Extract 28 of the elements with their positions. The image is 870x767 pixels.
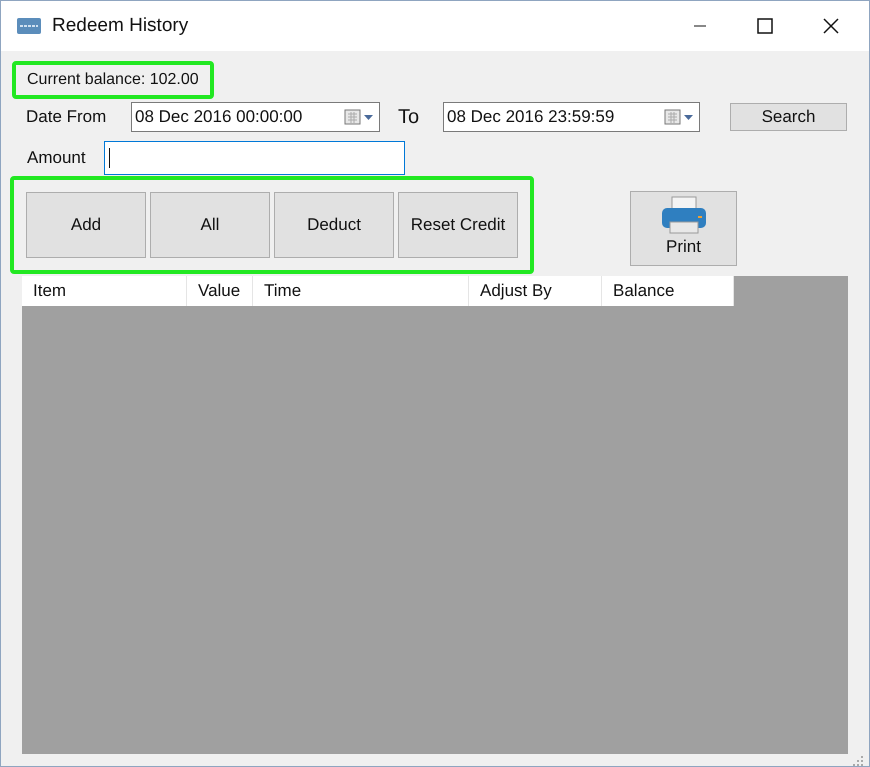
balance-label: Current balance: 102.00 [27,71,199,88]
column-header[interactable]: Time [253,276,469,306]
column-header[interactable]: Adjust By [469,276,602,306]
date-value: 08 Dec 2016 23:59:59 [447,106,616,128]
printer-icon [660,196,708,234]
card-icon [17,18,41,34]
column-header[interactable]: Value [187,276,253,306]
date-value: 08 Dec 2016 00:00:00 [135,106,304,128]
window-title: Redeem History [52,14,188,38]
calendar-dropdown-icon[interactable] [663,108,695,126]
action-button[interactable]: Add [26,192,146,258]
close-icon[interactable] [823,18,839,34]
print-button[interactable]: Print [630,190,737,266]
date-from-label: Date From [26,106,108,128]
column-header[interactable]: Item [22,276,187,306]
amount-label: Amount [27,146,87,169]
action-button[interactable]: All [150,192,270,258]
action-button[interactable]: Deduct [274,192,394,258]
maximize-icon[interactable] [757,18,773,34]
calendar-dropdown-icon[interactable] [343,108,375,126]
action-button[interactable]: Reset Credit [398,192,518,258]
resize-grip-icon[interactable] [853,756,863,766]
date-to-label: To [398,104,420,130]
amount-field[interactable] [104,140,405,175]
date-picker[interactable]: 08 Dec 2016 00:00:00 [131,102,380,132]
search-button[interactable]: Search [730,102,847,131]
column-header[interactable]: Balance [602,276,734,306]
date-picker[interactable]: 08 Dec 2016 23:59:59 [443,102,700,132]
